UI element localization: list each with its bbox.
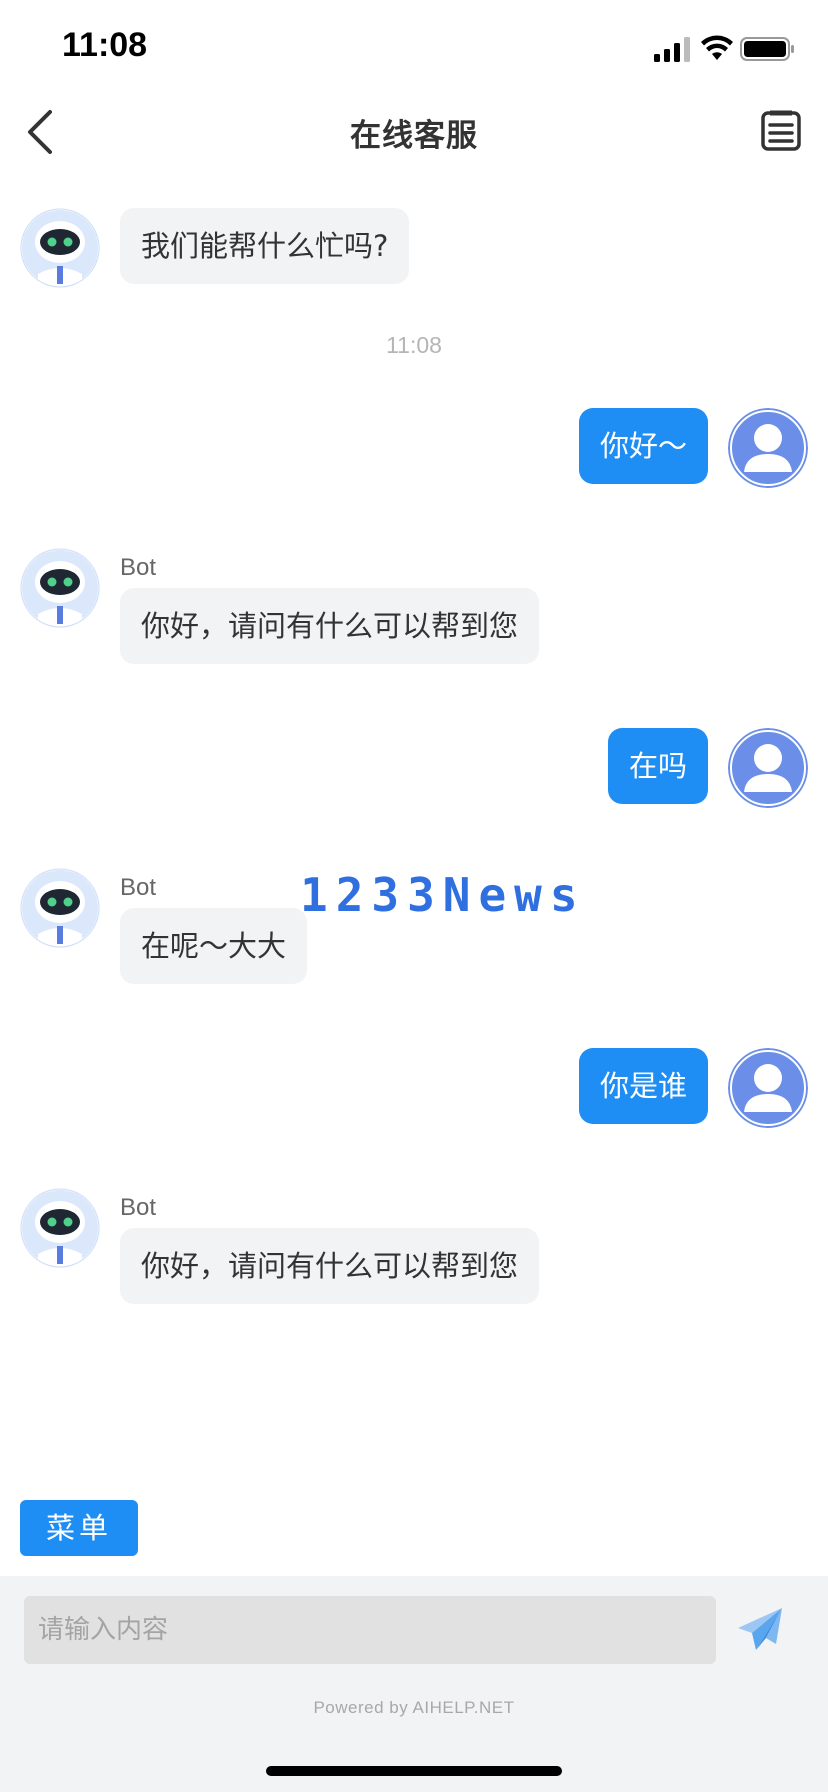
wifi-icon: [701, 35, 733, 60]
watermark: 1233News: [300, 868, 586, 922]
page-title: 在线客服: [350, 118, 478, 154]
status-time: 11:08: [62, 26, 148, 64]
paper-plane-icon[interactable]: [736, 1606, 784, 1654]
bot-avatar-icon: [20, 208, 100, 288]
bot-message: 你好，请问有什么可以帮到您: [120, 588, 540, 664]
sender-name: Bot: [120, 874, 157, 901]
user-avatar-icon: [728, 728, 808, 808]
home-indicator[interactable]: [266, 1766, 562, 1776]
document-list-icon[interactable]: [760, 110, 802, 152]
message-timestamp: 11:08: [386, 332, 442, 358]
user-message: 你好～: [578, 408, 708, 484]
user-message: 你是谁: [578, 1048, 708, 1124]
user-avatar-icon: [728, 1048, 808, 1128]
bot-message: 我们能帮什么忙吗?: [120, 208, 410, 284]
bot-message: 你好，请问有什么可以帮到您: [120, 1228, 540, 1304]
powered-by-footer: Powered by AIHELP.NET: [313, 1698, 515, 1717]
bot-avatar-icon: [20, 1188, 100, 1268]
cellular-signal-icon: [654, 37, 690, 62]
user-avatar-icon: [728, 408, 808, 488]
sender-name: Bot: [120, 554, 157, 581]
battery-icon: [740, 37, 794, 61]
user-message: 在吗: [607, 728, 708, 804]
bot-avatar-icon: [20, 548, 100, 628]
bot-message: 在呢～大大: [120, 908, 308, 984]
message-input[interactable]: [24, 1596, 716, 1664]
bot-avatar-icon: [20, 868, 100, 948]
sender-name: Bot: [120, 1194, 157, 1221]
menu-button[interactable]: 菜单: [20, 1500, 138, 1556]
